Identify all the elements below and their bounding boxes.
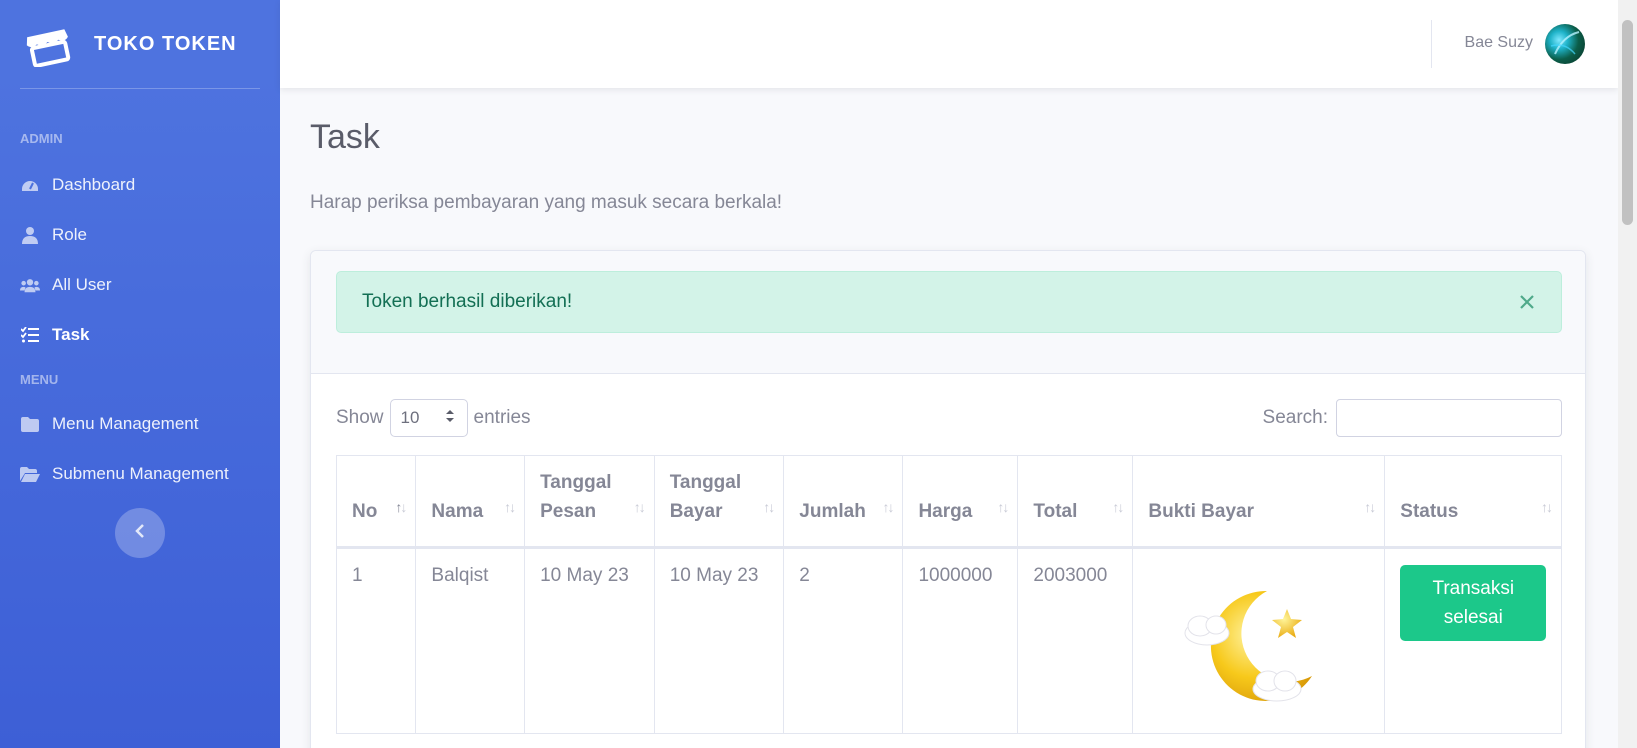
sort-icon: ↑↓ <box>1364 499 1376 515</box>
column-header-nama[interactable]: Nama ↑↓ <box>415 455 526 548</box>
sort-icon: ↑↓ <box>395 499 407 515</box>
sidebar-item-menu-management[interactable]: Menu Management <box>0 399 280 449</box>
sidebar-toggle-button[interactable] <box>115 508 165 558</box>
topbar-divider <box>1431 20 1432 68</box>
column-header-status[interactable]: Status ↑↓ <box>1384 455 1562 548</box>
sidebar-item-role[interactable]: Role <box>0 210 280 260</box>
sidebar-divider <box>20 88 260 89</box>
entries-length: Show 10 entries <box>336 399 531 437</box>
chevron-left-icon <box>134 523 146 543</box>
user-tie-icon <box>20 225 40 245</box>
sidebar-item-all-user[interactable]: All User <box>0 260 280 310</box>
sidebar-item-label: Role <box>52 225 87 244</box>
card-header: Token berhasil diberikan! <box>311 251 1585 374</box>
cell-status: Transaksi selesai <box>1384 547 1562 734</box>
cell-harga: 1000000 <box>902 547 1019 734</box>
sort-icon: ↑↓ <box>763 499 775 515</box>
sort-icon: ↑↓ <box>633 499 646 515</box>
task-card: Token berhasil diberikan! Show 10 entrie… <box>310 250 1586 748</box>
column-header-harga[interactable]: Harga ↑↓ <box>902 455 1019 548</box>
success-alert: Token berhasil diberikan! <box>336 271 1562 333</box>
datatable-controls: Show 10 entries Search: <box>336 399 1562 437</box>
folder-icon <box>20 414 40 434</box>
column-header-no[interactable]: No ↑↓ <box>335 455 417 548</box>
sort-icon: ↑↓ <box>1541 499 1553 515</box>
status-button[interactable]: Transaksi selesai <box>1400 565 1547 641</box>
search-label: Search: <box>1262 407 1328 428</box>
sidebar-item-label: Dashboard <box>52 175 136 194</box>
sidebar-item-label: Menu Management <box>52 414 199 433</box>
cell-tanggal-pesan: 10 May 23 <box>524 547 655 734</box>
column-header-tanggal-bayar[interactable]: Tanggal Bayar ↑↓ <box>653 455 785 548</box>
sort-icon: ↑↓ <box>504 499 516 515</box>
sidebar: TOKO TOKEN ADMIN Dashboard Role All User… <box>0 0 280 748</box>
sidebar-heading-menu: MENU <box>20 372 59 387</box>
column-header-tanggal-pesan[interactable]: Tanggal Pesan ↑↓ <box>524 455 655 548</box>
vertical-scrollbar[interactable] <box>1618 0 1637 748</box>
search-input[interactable] <box>1336 399 1562 437</box>
tasks-icon <box>20 325 40 345</box>
sidebar-item-label: All User <box>52 275 112 294</box>
task-table: No ↑↓ Nama ↑↓ Tanggal Pesan ↑↓ Tanggal Baya… <box>335 455 1562 734</box>
sidebar-item-submenu-management[interactable]: Submenu Management <box>0 449 280 499</box>
cell-jumlah: 2 <box>783 547 904 734</box>
sort-icon: ↑↓ <box>1112 499 1124 515</box>
task-table-wrapper: No ↑↓ Nama ↑↓ Tanggal Pesan ↑↓ Tanggal Baya… <box>335 455 1562 734</box>
cell-nama: Balqist <box>415 547 526 734</box>
sort-icon: ↑↓ <box>882 499 894 515</box>
store-icon <box>22 20 74 68</box>
column-header-bukti-bayar[interactable]: Bukti Bayar ↑↓ <box>1132 455 1386 548</box>
payment-proof-image[interactable] <box>1148 565 1369 717</box>
close-icon[interactable] <box>1517 292 1537 312</box>
brand[interactable]: TOKO TOKEN <box>0 0 280 88</box>
page-title: Task <box>310 118 380 156</box>
cell-no: 1 <box>335 547 417 734</box>
alert-message: Token berhasil diberikan! <box>362 291 573 312</box>
table-row: 1 Balqist 10 May 23 10 May 23 2 1000000 … <box>335 547 1562 734</box>
entries-value: 10 <box>400 408 420 427</box>
page-subtitle: Harap periksa pembayaran yang masuk seca… <box>310 192 783 213</box>
sort-updown-icon <box>445 408 455 428</box>
tachometer-icon <box>20 175 40 195</box>
users-icon <box>20 275 40 295</box>
entries-label: entries <box>473 407 531 428</box>
column-header-jumlah[interactable]: Jumlah ↑↓ <box>783 455 904 548</box>
entries-select[interactable]: 10 <box>389 399 468 437</box>
column-header-total[interactable]: Total ↑↓ <box>1017 455 1134 548</box>
table-header-row: No ↑↓ Nama ↑↓ Tanggal Pesan ↑↓ Tanggal Baya… <box>335 455 1562 548</box>
cell-tanggal-bayar: 10 May 23 <box>653 547 785 734</box>
show-label: Show <box>336 407 384 428</box>
cell-bukti-bayar <box>1132 547 1386 734</box>
sidebar-heading-admin: ADMIN <box>20 131 63 146</box>
user-name[interactable]: Bae Suzy <box>1465 34 1533 52</box>
avatar[interactable] <box>1545 24 1585 64</box>
brand-name: TOKO TOKEN <box>94 32 237 55</box>
sidebar-item-label: Task <box>52 325 90 344</box>
topbar: Bae Suzy <box>280 0 1618 88</box>
sidebar-item-task[interactable]: Task <box>0 310 280 360</box>
scrollbar-thumb[interactable] <box>1622 20 1633 225</box>
folder-open-icon <box>20 464 40 484</box>
datatable-search: Search: <box>1263 399 1562 437</box>
sort-icon: ↑↓ <box>997 499 1009 515</box>
sidebar-item-dashboard[interactable]: Dashboard <box>0 160 280 210</box>
sidebar-item-label: Submenu Management <box>52 464 229 483</box>
cell-total: 2003000 <box>1017 547 1134 734</box>
